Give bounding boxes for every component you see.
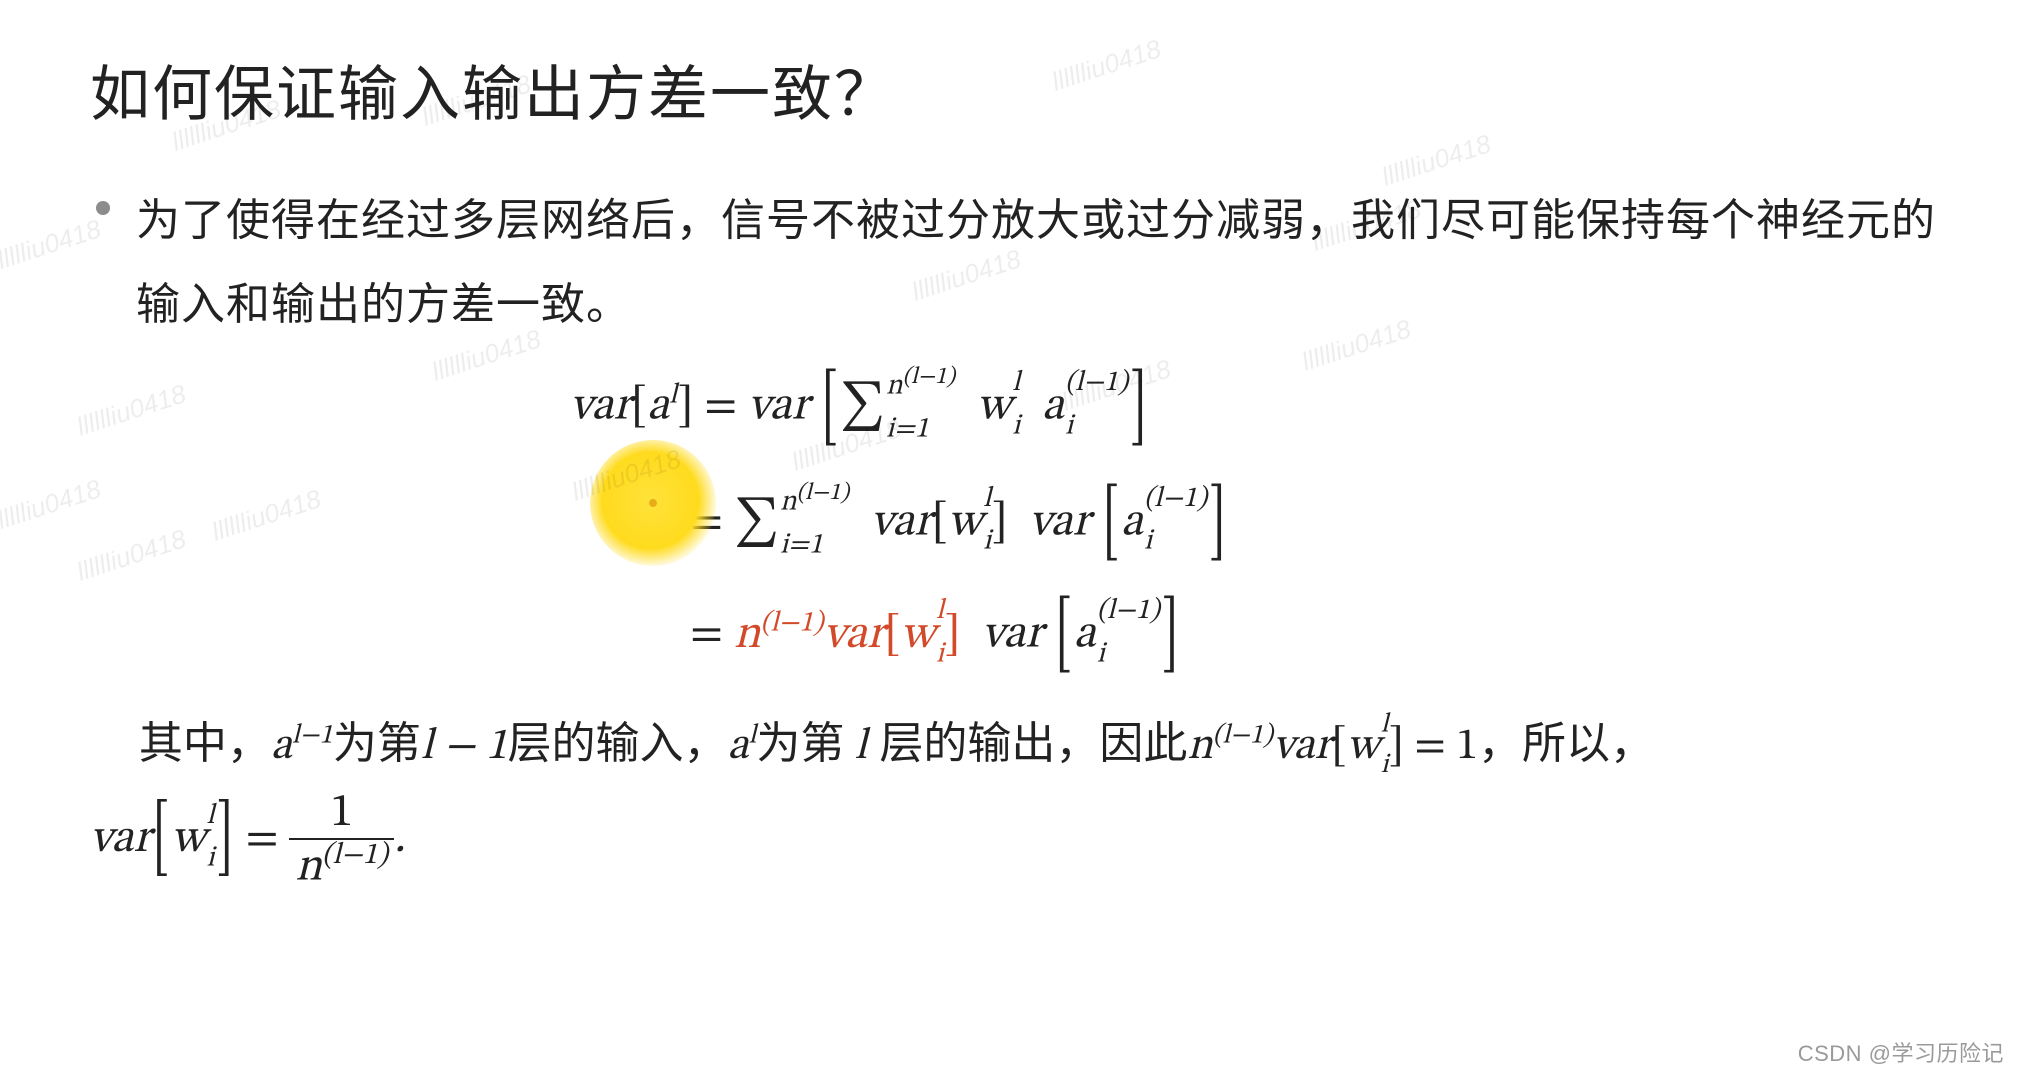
slide-title: 如何保证输入输出方差一致？ <box>90 46 1936 133</box>
var-token: var <box>1029 499 1090 545</box>
sup-lm1-plain: l−1 <box>292 723 333 750</box>
equation-line-3: = n(l−1)var[wli] var [a(l−1)i] <box>690 607 1936 664</box>
a-token: a <box>727 725 748 769</box>
equation-line-1: var[al] = var [∑n(l−1)i=1 wli a(l−1)i] <box>570 376 1936 440</box>
sub-i: i <box>1097 640 1160 669</box>
eq-one: = 1 <box>1404 725 1478 769</box>
a-token: a <box>1042 384 1064 430</box>
slide: 如何保证输入输出方差一致？ 为了使得在经过多层网络后，信号不被过分放大或过分减弱… <box>0 0 2026 1082</box>
n-token: n <box>886 372 902 401</box>
para-seg-3: 层的输入， <box>507 719 727 768</box>
para-seg-2: 为第 <box>333 719 421 768</box>
equation-line-2: = ∑n(l−1)i=1 var[wli] var [a(l−1)i] <box>690 492 1936 556</box>
sub-i: i <box>1012 412 1020 441</box>
sup-lm1: (l−1) <box>1213 723 1273 750</box>
a-token: a <box>1074 612 1096 658</box>
bullet-item: 为了使得在经过多层网络后，信号不被过分放大或过分减弱，我们尽可能保持每个神经元的… <box>96 179 1936 346</box>
n-token: n <box>1187 725 1212 769</box>
var-token: var <box>871 499 932 545</box>
sup-l: l <box>1381 711 1389 738</box>
watermark: lllllliu0418 <box>73 378 190 442</box>
sub-i: i <box>207 844 215 873</box>
sup-lm1: (l−1) <box>797 481 850 505</box>
conclusion-paragraph: 其中，al−1为第l − 1层的输入，al为第 l 层的输出，因此n(l−1)v… <box>90 702 1936 890</box>
l-token: l <box>855 725 867 769</box>
sup-lm1: (l−1) <box>1065 369 1128 398</box>
sup-lm1: (l−1) <box>1097 597 1160 626</box>
bullet-text: 为了使得在经过多层网络后，信号不被过分放大或过分减弱，我们尽可能保持每个神经元的… <box>136 179 1936 346</box>
equals-2: = <box>690 499 734 545</box>
sup-lm1: (l−1) <box>1144 485 1207 514</box>
sub-i: i <box>983 528 991 557</box>
w-token: w <box>171 816 205 862</box>
sigma-icon: ∑ <box>840 381 885 434</box>
para-seg-5: 层的输出，因此 <box>867 719 1187 768</box>
para-seg-4: 为第 <box>756 719 844 768</box>
sigma-icon: ∑ <box>734 497 779 550</box>
sup-l: l <box>936 597 944 626</box>
n-token: n <box>780 487 796 516</box>
n-token: n <box>295 844 322 890</box>
var-token: var <box>90 816 151 862</box>
sub-i: i <box>936 640 944 669</box>
sum-lower: i=1 <box>780 531 849 560</box>
var-token: var <box>748 384 809 430</box>
sup-l: l <box>983 485 991 514</box>
l-token: l <box>421 725 433 769</box>
watermark: lllllliu0418 <box>208 483 325 547</box>
sub-i: i <box>1381 752 1389 779</box>
w-token: w <box>977 384 1011 430</box>
watermark: lllllliu0418 <box>73 523 190 587</box>
var-token: var <box>1273 725 1331 769</box>
a-token: a <box>647 384 669 430</box>
sup-lm1: (l−1) <box>903 365 956 389</box>
watermark: lllllliu0418 <box>0 473 105 537</box>
para-seg-6: ，所以， <box>1478 719 1654 768</box>
watermark: lllllliu0418 <box>568 443 685 507</box>
var-token: var <box>982 612 1043 658</box>
n-token-red: n <box>734 612 761 658</box>
sup-lm1-red: (l−1) <box>760 608 823 637</box>
equals-3: = <box>690 612 734 658</box>
var-token: var <box>570 384 631 430</box>
period: . <box>394 816 405 862</box>
sup-l: l <box>1012 369 1020 398</box>
fraction: 1 n(l−1) <box>289 790 394 890</box>
w-token-red: w <box>901 612 935 658</box>
w-token: w <box>948 499 982 545</box>
equals-1: = <box>704 384 748 430</box>
var-token-red: var <box>824 612 885 658</box>
sum-lower: i=1 <box>886 415 955 444</box>
watermark: lllllliu0418 <box>0 213 105 277</box>
sub-i: i <box>1065 412 1128 441</box>
equals-4: = <box>235 816 290 862</box>
frac-num: 1 <box>289 790 394 838</box>
a-token: a <box>1121 499 1143 545</box>
w-token: w <box>1347 725 1380 769</box>
a-token: a <box>271 725 292 769</box>
bullet-dot-icon <box>96 201 110 215</box>
sup-l: l <box>207 802 215 831</box>
footer-attribution: CSDN @学习历险记 <box>1798 1036 2004 1068</box>
sub-i: i <box>1144 528 1207 557</box>
sup-lm1: (l−1) <box>322 841 388 871</box>
